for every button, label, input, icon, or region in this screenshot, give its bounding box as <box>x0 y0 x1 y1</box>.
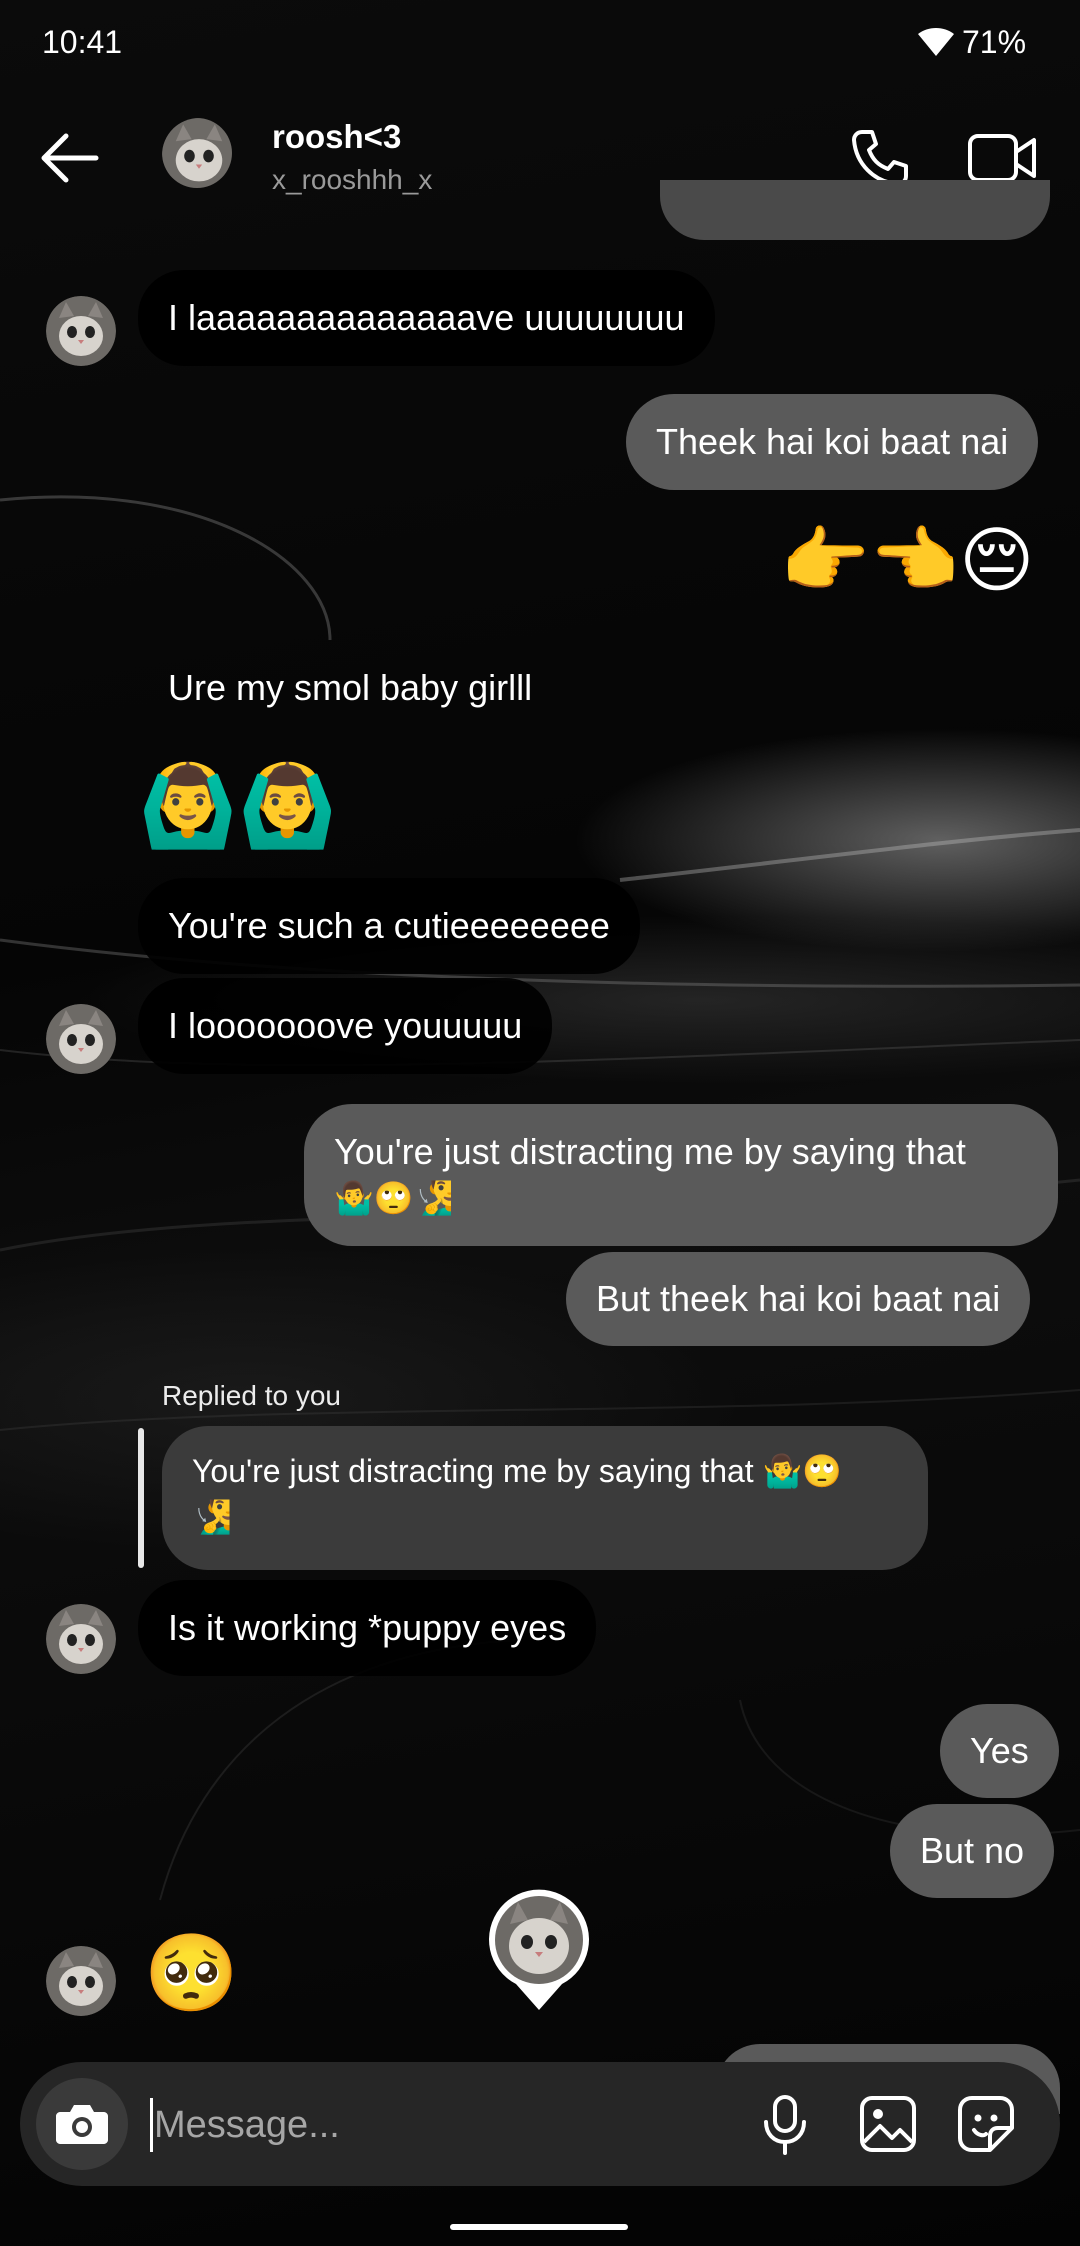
outgoing-message[interactable]: Theek hai koi baat nai <box>626 394 1039 490</box>
quoted-text: You're just distracting me by saying tha… <box>192 1453 843 1489</box>
microphone-icon[interactable] <box>760 2094 810 2156</box>
status-time: 10:41 <box>42 24 123 60</box>
sender-avatar[interactable] <box>46 1004 116 1074</box>
battery-level: 71% <box>962 24 1027 60</box>
outgoing-emoji-message[interactable]: 👉👈😔 <box>780 516 1034 606</box>
contact-name[interactable]: roosh<3 <box>272 118 401 156</box>
outgoing-message[interactable]: You're just distracting me by saying tha… <box>304 1104 1058 1246</box>
video-camera-icon[interactable] <box>966 128 1038 188</box>
incoming-emoji-message[interactable]: 🥺 <box>144 1928 239 2020</box>
contact-username[interactable]: x_rooshhh_x <box>272 164 432 196</box>
contact-avatar[interactable] <box>162 118 232 188</box>
replied-label: Replied to you <box>162 1380 342 1411</box>
sender-avatar[interactable] <box>46 1604 116 1674</box>
incoming-message[interactable]: I laaaaaaaaaaaaaave uuuuuuuu <box>138 270 715 366</box>
message-input[interactable] <box>152 2086 716 2164</box>
back-arrow-icon[interactable] <box>38 130 102 186</box>
sender-avatar[interactable] <box>46 296 116 366</box>
camera-icon[interactable] <box>36 2078 128 2170</box>
quoted-message[interactable]: You're just distracting me by saying tha… <box>162 1426 928 1570</box>
incoming-emoji-message[interactable]: 🙆‍♂️🙆‍♂️ <box>138 758 337 854</box>
gallery-icon[interactable] <box>858 2094 918 2154</box>
sender-avatar[interactable] <box>46 1946 116 2016</box>
outgoing-message[interactable]: But theek hai koi baat nai <box>566 1252 1031 1346</box>
incoming-message[interactable]: Is it working *puppy eyes <box>138 1580 597 1676</box>
home-indicator[interactable] <box>450 2224 628 2230</box>
outgoing-message[interactable]: Yes <box>940 1704 1059 1798</box>
message-emoji: 🤷‍♂️🙄🧏‍♂️ <box>334 1180 454 1216</box>
reply-indicator-bar <box>138 1428 144 1568</box>
incoming-message[interactable]: You're such a cutieeeeeeee <box>138 878 640 974</box>
incoming-message[interactable]: Ure my smol baby girlll <box>138 640 562 736</box>
sticker-icon[interactable] <box>956 2094 1016 2154</box>
wifi-icon <box>916 26 956 63</box>
typing-indicator-avatar <box>486 1888 592 2012</box>
message-text: You're just distracting me by saying tha… <box>334 1131 966 1172</box>
outgoing-message[interactable]: But no <box>890 1804 1055 1898</box>
status-bar: 10:41 71% <box>0 0 1080 80</box>
incoming-message[interactable]: I looooooove youuuuu <box>138 978 553 1074</box>
quoted-emoji: 🧏‍♂️ <box>192 1499 232 1535</box>
message-composer <box>20 2062 1060 2186</box>
partial-message-bubble <box>660 180 1050 240</box>
